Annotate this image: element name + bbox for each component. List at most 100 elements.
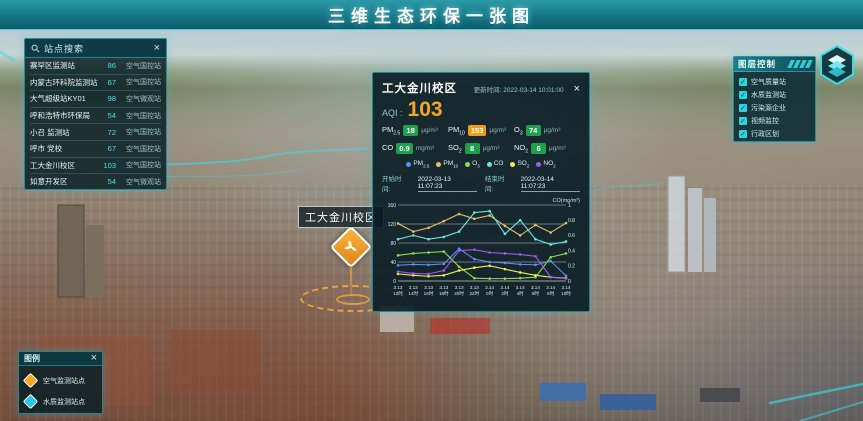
svg-text:0.2: 0.2 [568, 264, 575, 270]
station-aqi-value: 72 [102, 128, 116, 137]
svg-text:3.1312时: 3.1312时 [393, 285, 403, 296]
chart-legend-item[interactable]: CO [487, 160, 504, 168]
svg-text:0.8: 0.8 [568, 218, 575, 224]
pollutant-unit: μg/m³ [544, 127, 561, 134]
svg-text:3.1314时: 3.1314时 [408, 285, 418, 296]
layer-item[interactable]: ✓空气质量站 [739, 75, 810, 88]
legend-dot-icon [465, 162, 470, 167]
pollutant-name: PM2.5 [382, 125, 400, 137]
station-name: 呼和浩特市环保局 [30, 110, 99, 121]
station-list: 赛罕区监测站86空气国控站内蒙古环科院监测站67空气国控站大气超级站KY0198… [25, 58, 166, 191]
station-panel-header: 站点搜索 × [25, 39, 166, 58]
svg-text:3.148时: 3.148时 [546, 285, 555, 296]
pollutant-item: SO28μg/m³ [448, 143, 514, 155]
chart-legend-item[interactable]: PM10 [436, 160, 458, 168]
layer-list: ✓空气质量站✓水质监测站✓污染源企业✓视频监控✓行政区划 [734, 72, 815, 144]
chart-legend-item[interactable]: SO2 [510, 160, 529, 168]
station-name: 工大金川校区 [30, 160, 99, 171]
station-list-item[interactable]: 呼和浩特市环保局54空气国控站 [30, 108, 161, 125]
layer-item[interactable]: ✓水质监测站 [739, 88, 810, 101]
svg-text:40: 40 [390, 260, 396, 266]
pollutant-value-chip: 153 [468, 125, 487, 136]
windmill-icon [343, 239, 359, 255]
chart-legend-label: PM10 [443, 160, 458, 168]
station-type: 空气国控站 [119, 127, 161, 137]
aqi-label: AQI : [382, 108, 403, 118]
chart-legend-item[interactable]: PM2.5 [406, 160, 429, 168]
layer-checkbox[interactable]: ✓ [739, 78, 747, 86]
layer-label: 污染源企业 [751, 103, 786, 113]
layer-checkbox[interactable]: ✓ [739, 117, 747, 125]
end-time-field[interactable]: 2022-03-14 11:07:23 [521, 176, 580, 192]
layer-item[interactable]: ✓ 污染源企业 [739, 101, 810, 114]
layers-toggle-button[interactable] [818, 44, 856, 91]
legend-marker-icon [23, 373, 39, 389]
legend-item[interactable]: 空气监测站点 [25, 370, 96, 391]
pollutant-item: PM2.518μg/m³ [382, 125, 448, 137]
layer-label: 行政区划 [751, 129, 779, 139]
station-list-item[interactable]: 工大金川校区103空气国控站 [30, 158, 161, 175]
pollutant-item: PM10153μg/m³ [448, 125, 514, 137]
layer-label: 视频监控 [751, 116, 779, 126]
station-list-item[interactable]: 如意开发区54空气微观站 [30, 174, 161, 191]
station-type: 空气国控站 [119, 111, 161, 121]
layer-control-panel: 图层控制 ✓空气质量站✓水质监测站✓污染源企业✓视频监控✓行政区划 [733, 56, 816, 142]
legend-panel-close-icon[interactable]: × [91, 353, 97, 364]
station-aqi-value: 54 [102, 177, 116, 186]
station-type: 空气国控站 [119, 61, 161, 71]
layer-checkbox[interactable]: ✓ [739, 104, 747, 112]
svg-text:0.4: 0.4 [568, 249, 575, 255]
legend-dot-icon [536, 162, 541, 167]
station-type: 空气国控站 [119, 160, 161, 170]
legend-dot-icon [406, 162, 411, 167]
legend-item-label: 水质监测站点 [43, 397, 85, 407]
station-list-item[interactable]: 赛罕区监测站86空气国控站 [30, 58, 161, 75]
app-stage: 工大金川校区 三维生态环保一张图 站点搜索 × 赛罕区监测站86空气国控站内蒙古… [0, 0, 863, 421]
pollutant-value-chip: 0.9 [396, 143, 412, 154]
station-type: 空气微观站 [119, 94, 161, 104]
popup-update-time: 更新时间: 2022-03-14 10:01:00 [463, 84, 564, 94]
popup-close-icon[interactable]: × [574, 83, 580, 95]
svg-text:160: 160 [388, 203, 397, 209]
station-name: 赛罕区监测站 [30, 60, 99, 71]
svg-text:0.6: 0.6 [568, 233, 575, 239]
station-list-item[interactable]: 呼市 党校67空气国控站 [30, 141, 161, 158]
legend-dot-icon [436, 162, 441, 167]
legend-dot-icon [487, 162, 492, 167]
popup-title: 工大金川校区 [382, 80, 457, 96]
layer-item[interactable]: ✓ 行政区划 [739, 128, 810, 141]
map-legend-panel: 图例 × 空气监测站点水质监测站点 [18, 351, 103, 414]
station-list-item[interactable]: 大气超级站KY0198空气微观站 [30, 91, 161, 108]
chart-legend-label: NO2 [543, 160, 555, 168]
svg-text:3.1316时: 3.1316时 [424, 285, 434, 296]
station-list-item[interactable]: 内蒙古环科院监测站67空气国控站 [30, 75, 161, 92]
page-title: 三维生态环保一张图 [328, 2, 535, 27]
station-type: 空气微观站 [119, 177, 161, 187]
pollutant-name: SO2 [448, 143, 462, 155]
station-name: 内蒙古环科院监测站 [30, 77, 99, 88]
start-time-field[interactable]: 2022-03-13 11:07:23 [418, 176, 477, 192]
chart-legend: PM2.5 PM10 O3 CO SO2 NO2 [382, 160, 580, 168]
legend-item[interactable]: 水质监测站点 [25, 391, 96, 412]
station-list-item[interactable]: 小召 监测站72空气国控站 [30, 124, 161, 141]
chart-legend-label: SO2 [517, 160, 529, 168]
pollutant-name: CO [382, 143, 393, 155]
chart-legend-item[interactable]: O3 [465, 160, 480, 168]
svg-text:80: 80 [390, 241, 396, 247]
pollutant-item: CO0.9mg/m³ [382, 143, 448, 155]
layer-checkbox[interactable]: ✓ [739, 91, 747, 99]
station-panel-close-icon[interactable]: × [154, 43, 160, 54]
svg-text:3.1322时: 3.1322时 [470, 285, 480, 296]
chart-legend-item[interactable]: NO2 [536, 160, 555, 168]
layer-checkbox[interactable]: ✓ [739, 130, 747, 138]
station-name: 小召 监测站 [30, 127, 99, 138]
legend-list: 空气监测站点水质监测站点 [19, 366, 102, 416]
pollutant-item: O374μg/m³ [514, 125, 580, 137]
layer-item[interactable]: ✓ 视频监控 [739, 115, 810, 128]
pollutant-value-chip: 18 [403, 125, 418, 136]
pollutant-name: NO2 [514, 143, 528, 155]
search-icon [31, 44, 40, 53]
svg-text:3.1410时: 3.1410时 [561, 285, 571, 296]
header-bar: 三维生态环保一张图 [0, 0, 863, 30]
pollutant-name: O3 [514, 125, 523, 137]
